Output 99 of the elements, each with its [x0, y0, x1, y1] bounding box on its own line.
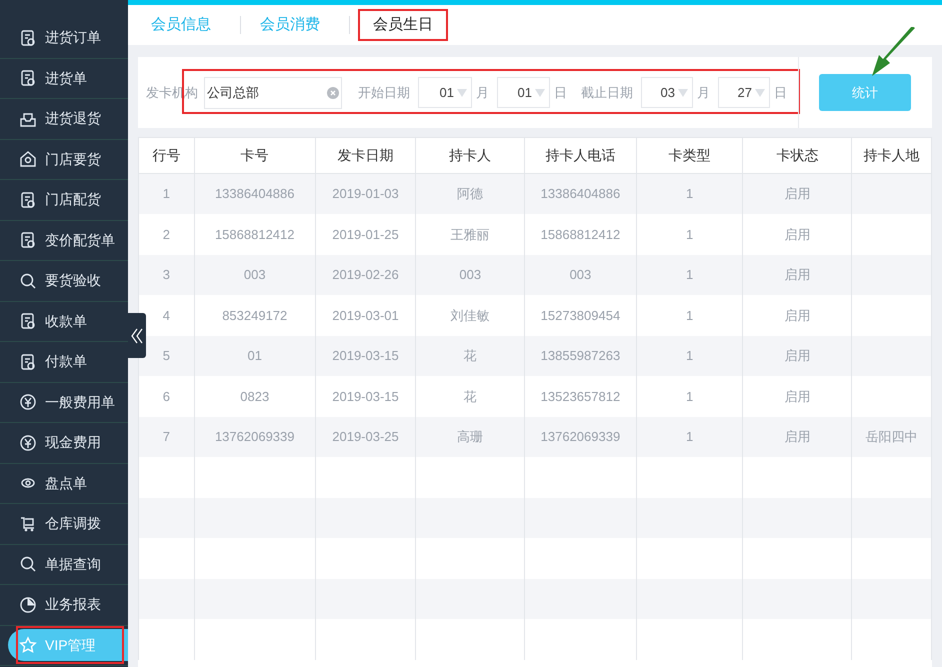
- table-cell: 13386404886: [540, 186, 620, 202]
- table-cell: 1: [686, 308, 694, 322]
- sidebar-item[interactable]: 要货验收: [0, 260, 128, 301]
- yen-icon: [19, 434, 37, 452]
- table-cell: 2019-03-15: [332, 348, 399, 363]
- column-header: 行号: [138, 138, 194, 174]
- field-label: 月: [476, 84, 489, 102]
- sidebar-item[interactable]: 盘点单: [0, 463, 128, 504]
- table-cell: 2019-01-03: [332, 186, 399, 202]
- sidebar-item[interactable]: 付款单: [0, 342, 128, 382]
- sidebar-item[interactable]: 业务报表: [0, 584, 128, 625]
- table-cell: 13523657812: [540, 388, 620, 404]
- table-cell: 阿德: [457, 186, 484, 202]
- table-cell: 1: [686, 186, 694, 202]
- search-icon: [19, 272, 37, 290]
- document-icon: [19, 352, 37, 371]
- table-cell: 2019-03-25: [332, 429, 399, 444]
- document-icon: [19, 231, 37, 250]
- search-icon: [19, 555, 37, 574]
- tab[interactable]: 会员生日: [358, 9, 448, 41]
- dropdown[interactable]: 03: [641, 77, 693, 108]
- sidebar-item[interactable]: 进货单: [0, 58, 128, 98]
- document-icon: [19, 190, 37, 209]
- table-cell: 6: [162, 388, 170, 404]
- collapse-button[interactable]: [128, 313, 146, 358]
- sidebar-item[interactable]: 收款单: [0, 301, 128, 342]
- cart-icon: [19, 514, 37, 533]
- document-icon: [19, 28, 37, 47]
- table-cell: 岳阳四中: [866, 429, 918, 444]
- field-label: 月: [697, 84, 710, 102]
- field-label: 截止日期: [581, 84, 633, 102]
- table-cell: 003: [459, 267, 482, 282]
- table-cell: 1: [686, 429, 694, 444]
- document-icon: [19, 69, 37, 88]
- table-cell: 853249172: [222, 308, 288, 322]
- sidebar-item[interactable]: 进货订单: [0, 18, 128, 58]
- table-cell: 1: [162, 186, 170, 202]
- dropdown[interactable]: 01: [497, 77, 550, 108]
- document-icon: [19, 312, 37, 330]
- table-cell: 1: [686, 267, 694, 282]
- caret-icon: [678, 88, 688, 96]
- dropdown[interactable]: 01: [418, 77, 472, 108]
- table-cell: 003: [570, 267, 592, 282]
- input-field[interactable]: 公司总部: [204, 76, 342, 108]
- star-icon: [19, 636, 37, 654]
- field-label: 日: [774, 84, 787, 102]
- table-cell: 2019-01-25: [332, 226, 399, 242]
- table-cell: 1: [686, 226, 694, 242]
- table-cell: 刘佳敏: [450, 308, 490, 322]
- sidebar-item[interactable]: 一般费用单: [0, 382, 128, 422]
- table-cell: 01: [247, 348, 262, 363]
- sidebar-item[interactable]: 单据查询: [0, 544, 128, 584]
- table-cell: 15868812412: [540, 226, 620, 242]
- table-cell: 启用: [784, 348, 810, 363]
- table-cell: 13386404886: [214, 186, 294, 202]
- table-cell: 15273809454: [540, 308, 620, 322]
- table-cell: 启用: [784, 267, 810, 282]
- sidebar-item[interactable]: 变价配货单: [0, 220, 128, 260]
- table-cell: 13762069339: [540, 429, 620, 444]
- table-cell: 启用: [784, 308, 810, 322]
- table-cell: 2019-03-01: [332, 308, 399, 322]
- table-cell: 4: [162, 308, 170, 322]
- field-label: 开始日期: [358, 84, 410, 102]
- table-cell: 2019-02-26: [332, 267, 399, 282]
- table-cell: 2: [162, 226, 170, 242]
- table-cell: 003: [244, 267, 266, 282]
- table-cell: 0823: [240, 388, 270, 404]
- table-cell: 花: [464, 388, 477, 404]
- table-cell: 启用: [784, 186, 810, 202]
- table-cell: 王雅丽: [450, 226, 490, 242]
- table-cell: 高珊: [457, 429, 484, 444]
- clear-icon: [327, 86, 339, 98]
- pie-chart-icon: [19, 596, 37, 614]
- caret-icon: [755, 88, 765, 96]
- table-cell: 启用: [784, 388, 810, 404]
- caret-icon: [535, 88, 545, 96]
- table-cell: 13762069339: [214, 429, 294, 444]
- table-cell: 花: [464, 348, 477, 363]
- table-cell: 15868812412: [214, 226, 294, 242]
- field-label: 日: [554, 84, 567, 102]
- table-cell: 3: [162, 267, 170, 282]
- sidebar-item[interactable]: 门店配货: [0, 180, 128, 220]
- table-cell: 启用: [784, 226, 810, 242]
- double-chevron-icon: [131, 328, 143, 344]
- table-cell: 2019-03-15: [332, 388, 399, 404]
- yen-icon: [19, 393, 37, 412]
- sidebar-item[interactable]: 仓库调拨: [0, 504, 128, 544]
- table-cell: 启用: [784, 429, 810, 444]
- table-cell: 1: [686, 348, 694, 363]
- dropdown[interactable]: 27: [718, 77, 770, 108]
- sidebar-item[interactable]: 现金费用: [0, 422, 128, 463]
- sidebar-item[interactable]: 门店要货: [0, 139, 128, 180]
- caret-icon: [457, 88, 467, 96]
- table-cell: 1: [686, 388, 694, 404]
- table-cell: 13855987263: [540, 348, 620, 363]
- table-cell: 7: [162, 429, 170, 444]
- sidebar-item[interactable]: 进货退货: [0, 98, 128, 139]
- table-cell: 5: [162, 348, 170, 363]
- house-icon: [19, 150, 37, 168]
